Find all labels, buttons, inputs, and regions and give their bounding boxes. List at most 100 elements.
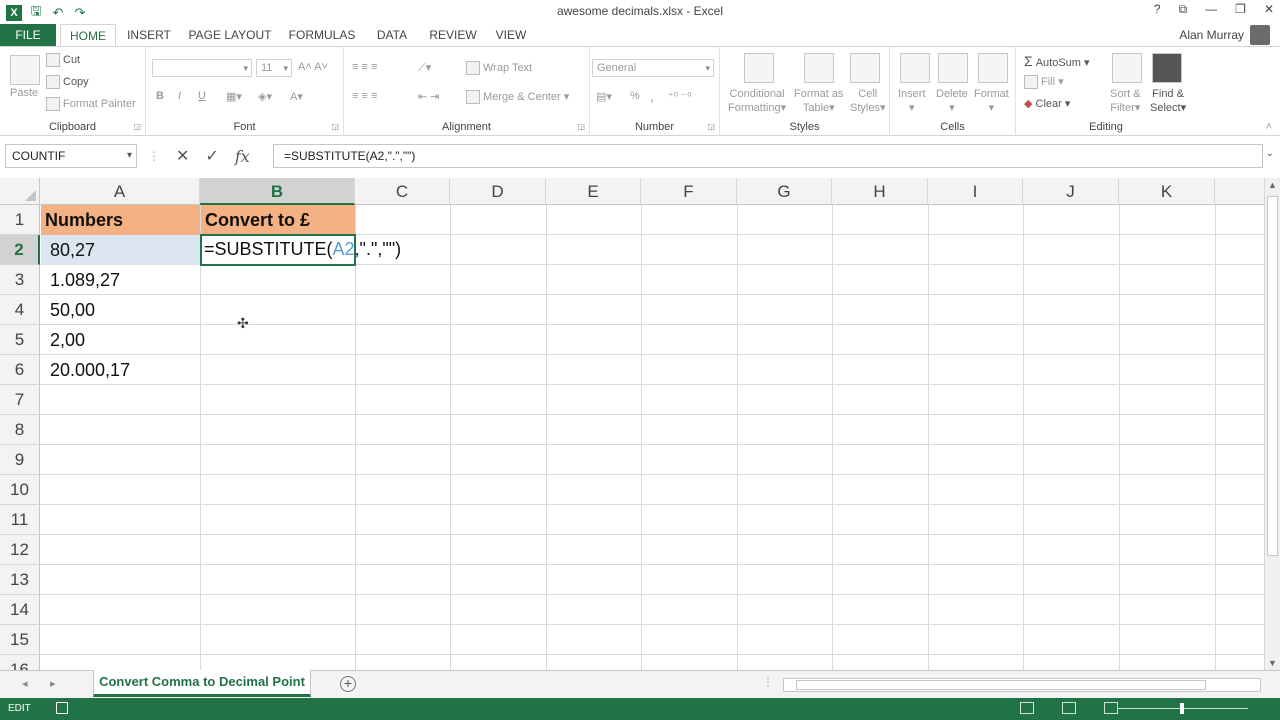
row-header-15[interactable]: 15	[0, 625, 40, 655]
column-header-b[interactable]: B	[200, 178, 355, 205]
sort-filter-icon[interactable]	[1112, 53, 1142, 83]
percent-button[interactable]: %	[630, 90, 640, 102]
number-launcher-icon[interactable]: ◲	[707, 122, 715, 131]
horizontal-scroll-thumb[interactable]	[796, 680, 1206, 690]
autosum-button[interactable]: Σ AutoSum ▾	[1024, 53, 1090, 69]
splitter-icon[interactable]: ⋮	[148, 149, 160, 163]
cancel-icon[interactable]: ✕	[176, 146, 189, 166]
row-header-5[interactable]: 5	[0, 325, 40, 355]
horizontal-scrollbar[interactable]	[783, 678, 1261, 692]
row-header-16[interactable]: 16	[0, 655, 40, 670]
format-as-table-button[interactable]: Format as Table▾	[794, 87, 844, 115]
row-header-7[interactable]: 7	[0, 385, 40, 415]
collapse-ribbon-icon[interactable]: ˄	[1266, 121, 1272, 133]
row-header-6[interactable]: 6	[0, 355, 40, 385]
column-header-h[interactable]: H	[832, 178, 928, 205]
column-header-f[interactable]: F	[641, 178, 737, 205]
borders-icon[interactable]: ▦▾	[226, 90, 242, 103]
format-cells-icon[interactable]	[978, 53, 1008, 83]
insert-function-icon[interactable]: fx	[235, 147, 250, 166]
scroll-thumb[interactable]	[1267, 196, 1278, 556]
insert-cells-button[interactable]: Insert ▾	[898, 87, 926, 115]
wrap-text-button[interactable]: Wrap Text	[466, 61, 532, 75]
row-header-12[interactable]: 12	[0, 535, 40, 565]
format-cells-button[interactable]: Format ▾	[974, 87, 1009, 115]
cell-a3[interactable]: 1.089,27	[41, 265, 200, 295]
delete-cells-button[interactable]: Delete ▾	[936, 87, 968, 115]
conditional-formatting-icon[interactable]	[744, 53, 774, 83]
column-header-i[interactable]: I	[928, 178, 1023, 205]
scroll-down-icon[interactable]: ▼	[1268, 658, 1277, 668]
restore-icon[interactable]: ❐	[1235, 2, 1246, 17]
number-format-combo[interactable]: General	[592, 59, 714, 77]
cut-button[interactable]: Cut	[46, 53, 80, 67]
column-header-e[interactable]: E	[546, 178, 641, 205]
tab-splitter-icon[interactable]: ⋮	[763, 677, 773, 688]
alignment-launcher-icon[interactable]: ◲	[577, 122, 585, 131]
cell-a4[interactable]: 50,00	[41, 295, 200, 325]
row-header-13[interactable]: 13	[0, 565, 40, 595]
row-header-11[interactable]: 11	[0, 505, 40, 535]
help-icon[interactable]: ?	[1154, 2, 1161, 17]
merge-center-button[interactable]: Merge & Center ▾	[466, 90, 569, 105]
vertical-scrollbar[interactable]: ▲ ▼	[1264, 178, 1280, 670]
column-header-k[interactable]: K	[1119, 178, 1215, 205]
orientation-icon[interactable]: ⟋▾	[418, 61, 431, 75]
cell-a5[interactable]: 2,00	[41, 325, 200, 355]
copy-button[interactable]: Copy	[46, 75, 89, 89]
underline-button[interactable]: U	[198, 90, 206, 102]
sheet-tab-active[interactable]: Convert Comma to Decimal Point	[93, 670, 311, 697]
row-header-8[interactable]: 8	[0, 415, 40, 445]
font-launcher-icon[interactable]: ◲	[331, 122, 339, 131]
name-box[interactable]: COUNTIF ▾	[5, 144, 137, 168]
paste-icon[interactable]	[10, 55, 40, 85]
tab-file[interactable]: FILE	[0, 24, 56, 46]
enter-icon[interactable]: ✓	[205, 146, 218, 166]
sheet-prev-icon[interactable]: ◂	[22, 677, 28, 690]
column-header-c[interactable]: C	[355, 178, 450, 205]
comma-button[interactable]: ,	[650, 88, 654, 104]
font-color-icon[interactable]: A▾	[290, 90, 303, 103]
formula-input[interactable]: =SUBSTITUTE(A2,".","")	[273, 144, 1263, 168]
paste-button[interactable]: Paste	[10, 87, 38, 99]
format-painter-button[interactable]: Format Painter	[46, 97, 136, 111]
column-header-a[interactable]: A	[40, 178, 200, 205]
column-header-j[interactable]: J	[1023, 178, 1119, 205]
tab-page-layout[interactable]: PAGE LAYOUT	[186, 24, 274, 46]
zoom-slider-handle[interactable]	[1180, 703, 1184, 714]
ribbon-display-icon[interactable]: ⧉	[1179, 2, 1188, 17]
page-layout-view-icon[interactable]	[1062, 702, 1076, 714]
italic-button[interactable]: I	[178, 90, 181, 102]
cell-styles-icon[interactable]	[850, 53, 880, 83]
column-header-l[interactable]	[1215, 178, 1264, 205]
grow-font-icon[interactable]: A˄ A˅	[298, 61, 328, 73]
font-size-combo[interactable]: 11	[256, 59, 292, 77]
user-account[interactable]: Alan Murray	[1179, 24, 1270, 46]
row-header-4[interactable]: 4	[0, 295, 40, 325]
fill-color-icon[interactable]: ◈▾	[258, 90, 272, 103]
conditional-formatting-button[interactable]: Conditional Formatting▾	[728, 87, 786, 115]
top-align-icon[interactable]: ≡ ≡ ≡	[352, 61, 377, 73]
delete-cells-icon[interactable]	[938, 53, 968, 83]
row-header-14[interactable]: 14	[0, 595, 40, 625]
tab-formulas[interactable]: FORMULAS	[286, 24, 358, 46]
binoculars-icon[interactable]	[1152, 53, 1182, 83]
tab-view[interactable]: VIEW	[492, 24, 530, 46]
row-header-3[interactable]: 3	[0, 265, 40, 295]
page-break-view-icon[interactable]	[1104, 702, 1118, 714]
close-icon[interactable]: ✕	[1264, 2, 1274, 17]
worksheet-grid[interactable]: A B C D E F G H I J K 1 2 3 4 5 6 7 8 9 …	[0, 178, 1264, 670]
insert-cells-icon[interactable]	[900, 53, 930, 83]
select-all-button[interactable]	[0, 178, 40, 205]
minimize-icon[interactable]: —	[1205, 2, 1217, 17]
row-header-10[interactable]: 10	[0, 475, 40, 505]
expand-formula-icon[interactable]: ⌄	[1266, 148, 1274, 159]
cell-a1[interactable]: Numbers	[41, 205, 200, 235]
font-name-combo[interactable]	[152, 59, 252, 77]
find-select-button[interactable]: Find & Select▾	[1150, 87, 1186, 115]
bold-button[interactable]: B	[156, 90, 164, 102]
column-header-d[interactable]: D	[450, 178, 546, 205]
row-header-2[interactable]: 2	[0, 235, 40, 265]
cell-styles-button[interactable]: Cell Styles▾	[850, 87, 886, 115]
normal-view-icon[interactable]	[1020, 702, 1034, 714]
